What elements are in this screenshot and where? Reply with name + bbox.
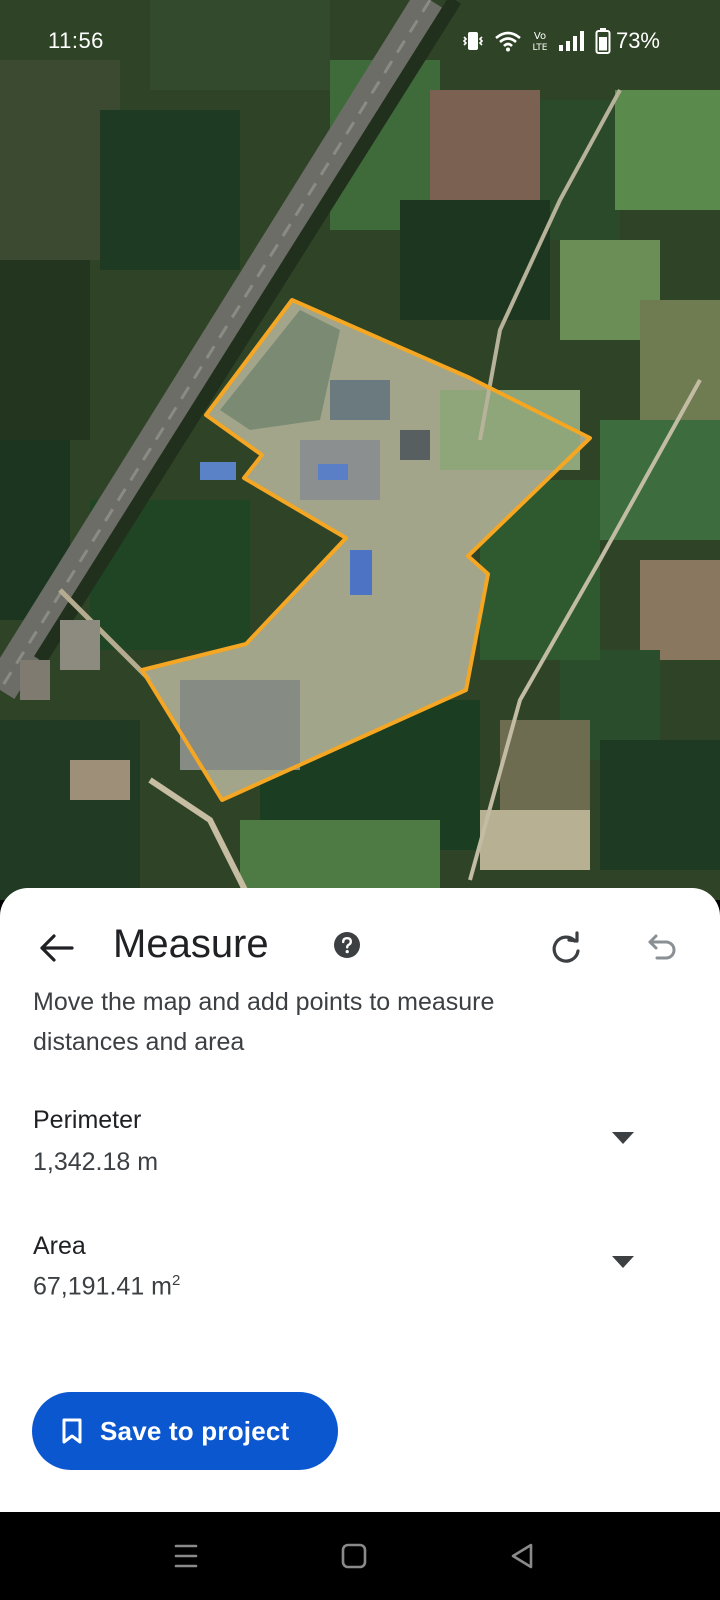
recents-button[interactable]: [166, 1538, 206, 1574]
undo-button[interactable]: [643, 928, 683, 968]
save-to-project-button[interactable]: Save to project: [32, 1392, 338, 1470]
back-icon: [511, 1543, 533, 1569]
dropdown-arrow-icon: [612, 1132, 634, 1144]
svg-text:Vo: Vo: [534, 31, 546, 42]
map-imagery: [0, 0, 720, 900]
perimeter-label: Perimeter: [33, 1106, 142, 1134]
system-back-button[interactable]: [502, 1538, 542, 1574]
home-icon: [341, 1543, 367, 1569]
back-button[interactable]: [34, 926, 78, 970]
perimeter-unit-dropdown[interactable]: [610, 1128, 636, 1148]
sheet-title: Measure: [113, 922, 269, 966]
instructions-text: Move the map and add points to measure d…: [33, 988, 495, 1056]
vibrate-icon: [461, 30, 485, 52]
area-value-number: 67,191.41 m: [33, 1272, 172, 1301]
bookmark-icon: [62, 1418, 82, 1444]
satellite-map[interactable]: [0, 0, 720, 900]
volte-icon: Vo LTE: [531, 29, 549, 53]
status-bar: 11:56 Vo LTE 73%: [0, 0, 720, 80]
status-time: 11:56: [48, 28, 104, 53]
home-button[interactable]: [334, 1538, 374, 1574]
dropdown-arrow-icon: [612, 1256, 634, 1268]
area-label: Area: [33, 1232, 86, 1260]
battery-percent: 73%: [615, 28, 660, 53]
svg-text:LTE: LTE: [532, 43, 547, 53]
arrow-back-icon: [40, 934, 74, 962]
recents-icon: [174, 1544, 198, 1568]
battery-icon: [595, 28, 611, 54]
signal-icon: [558, 30, 586, 52]
save-button-label: Save to project: [100, 1415, 290, 1446]
perimeter-value: 1,342.18 m: [33, 1148, 159, 1176]
area-unit-superscript: 2: [172, 1272, 181, 1289]
undo-icon: [648, 934, 676, 960]
status-icons: Vo LTE 73%: [461, 28, 660, 54]
help-button[interactable]: [334, 932, 360, 958]
area-value: 67,191.41 m2: [33, 1272, 180, 1301]
measure-sheet: Measure Move the map and add points to m…: [0, 888, 720, 1512]
wifi-icon: [494, 30, 522, 52]
redo-button[interactable]: [546, 928, 586, 968]
area-unit-dropdown[interactable]: [610, 1252, 636, 1272]
redo-icon: [552, 931, 580, 963]
help-icon: [334, 932, 360, 958]
system-navigation-bar: [0, 1512, 720, 1600]
